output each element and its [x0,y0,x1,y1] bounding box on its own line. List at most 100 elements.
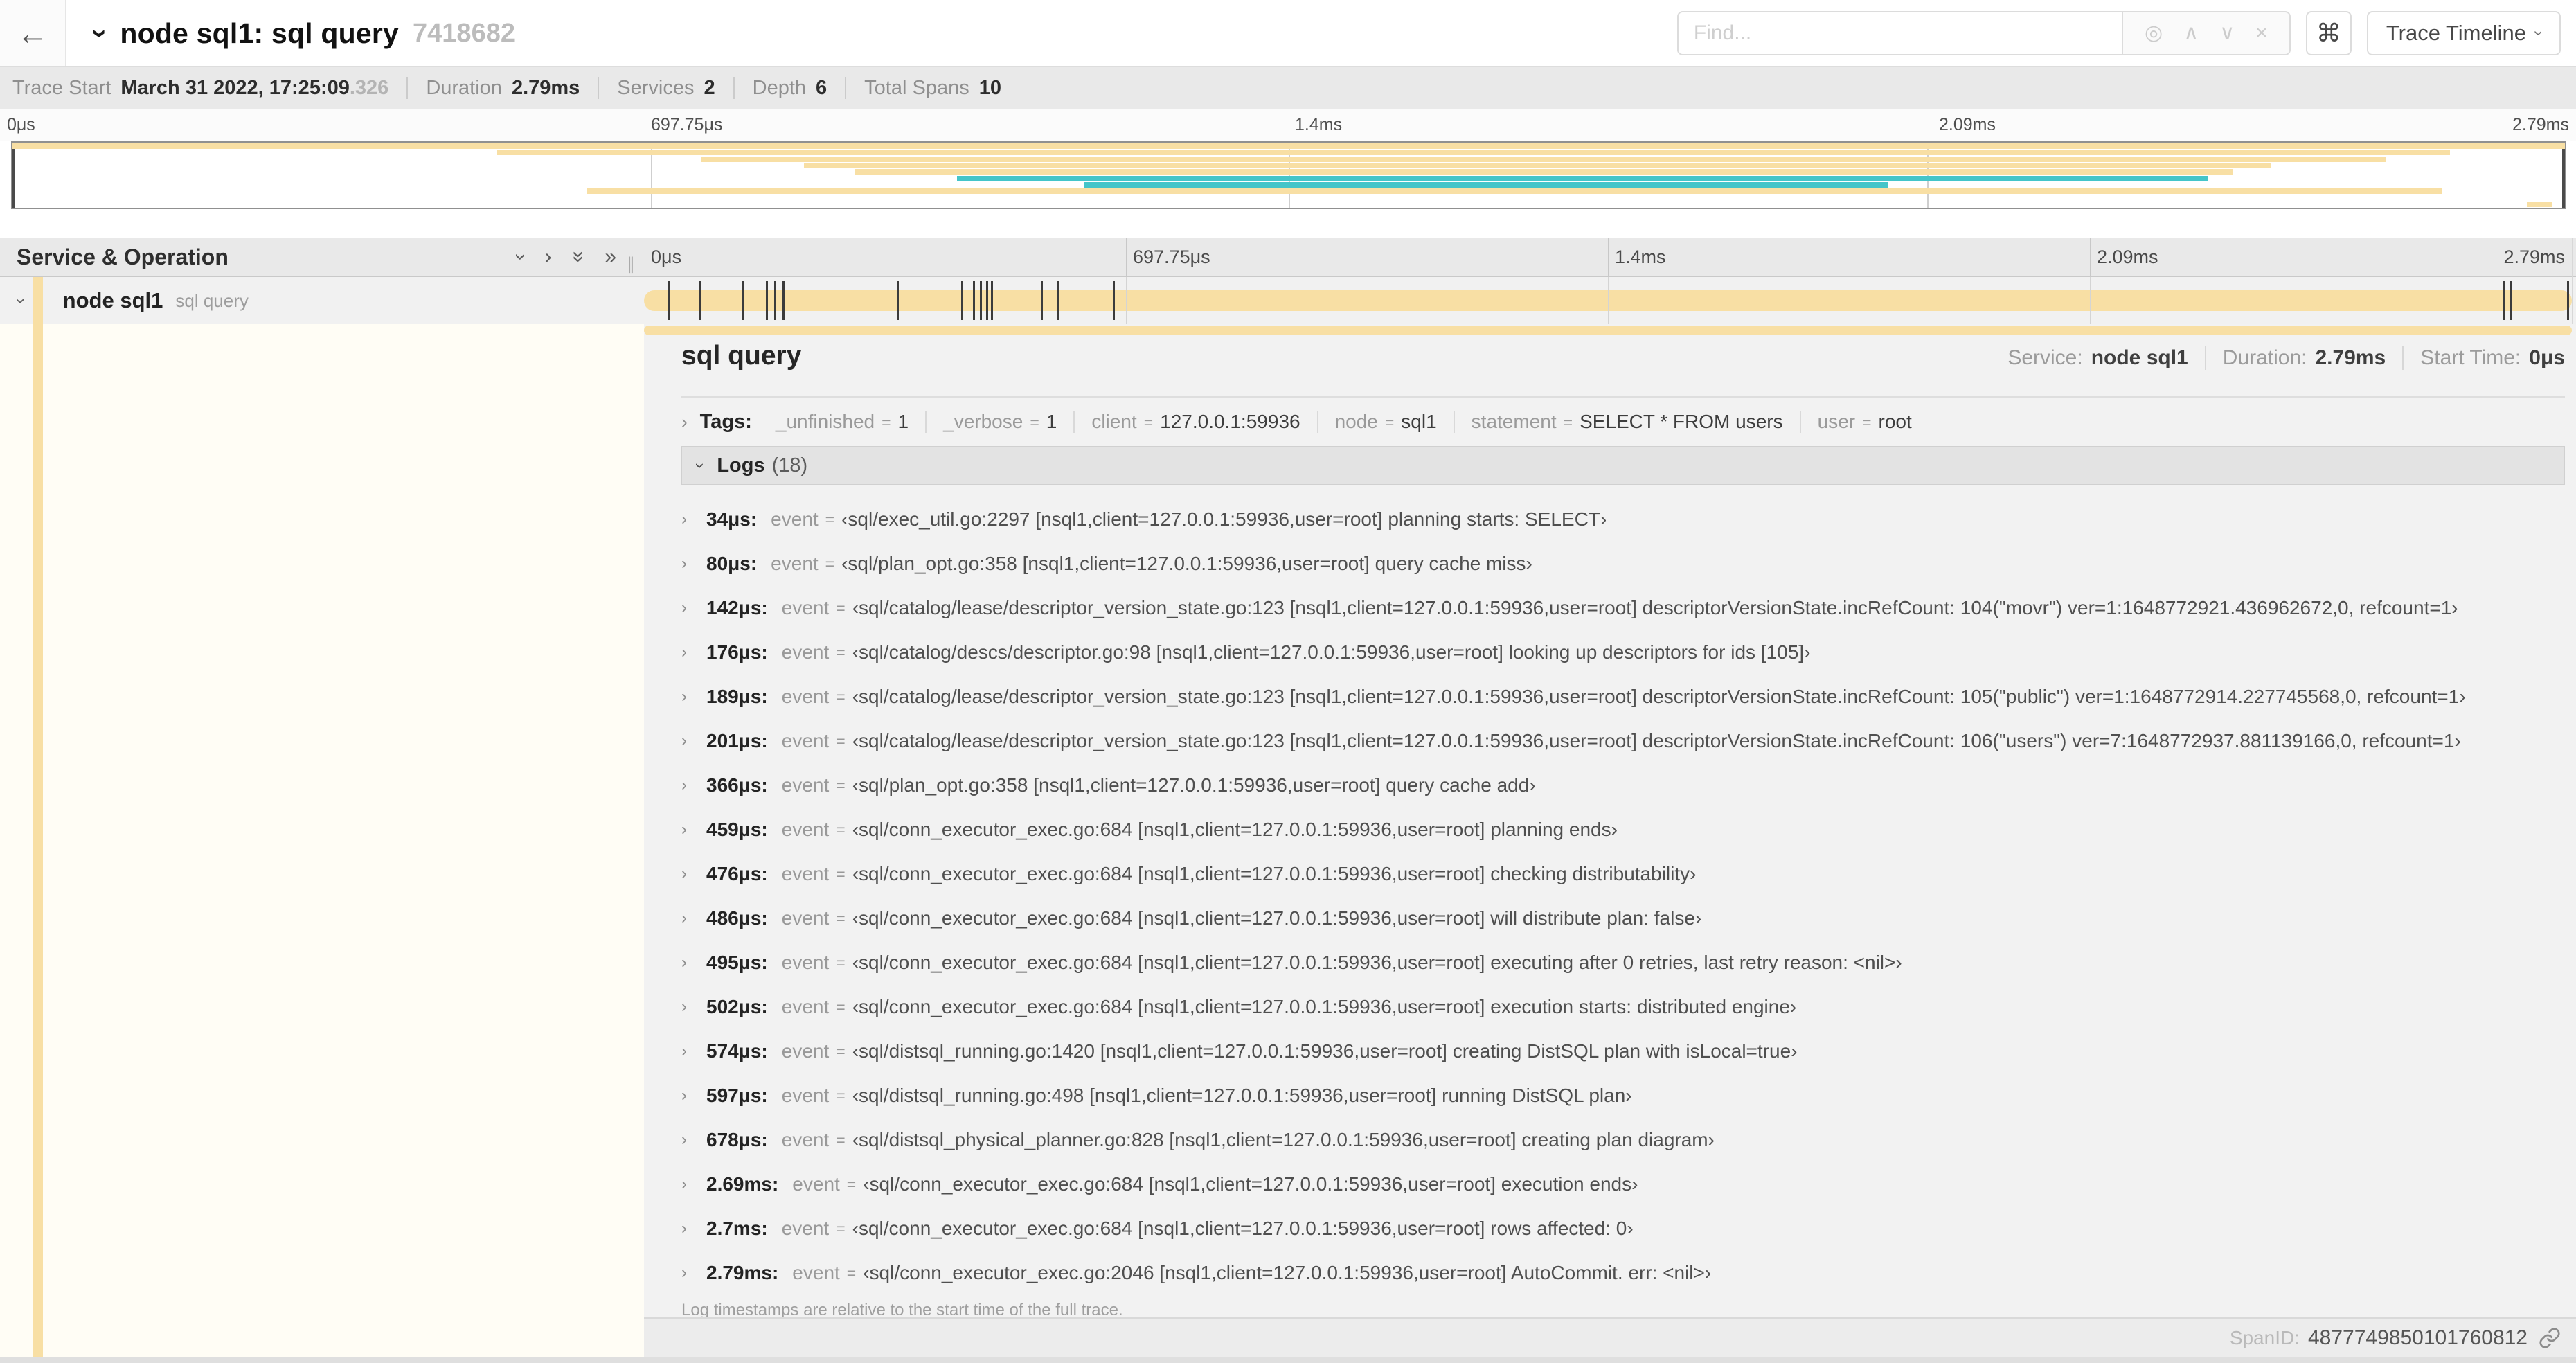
spanid-label: SpanID: [2229,1327,2300,1348]
log-row[interactable]: › 142μs: event = ‹sql/catalog/lease/descript… [681,586,2565,630]
log-row[interactable]: › 459μs: event = ‹sql/conn_executor_exec.go:… [681,808,2565,852]
tag-key: client [1091,411,1137,432]
log-expand-chevron-icon[interactable]: › [681,598,706,618]
ruler-tick-label: 0μs [651,247,682,267]
log-marker [2567,281,2570,320]
collapse-trace-chevron-icon[interactable]: › [84,28,116,37]
log-row[interactable]: › 574μs: event = ‹sql/distsql_running.go:142… [681,1029,2565,1074]
collapse-one-icon[interactable]: › [510,253,533,260]
log-row[interactable]: › 486μs: event = ‹sql/conn_executor_exec.go:… [681,896,2565,941]
log-timestamp: 34μs: [706,508,758,530]
next-result-icon[interactable]: ∨ [2219,23,2235,44]
log-expand-chevron-icon[interactable]: › [681,997,706,1017]
log-field-value: ‹sql/distsql_physical_planner.go:828 [ns… [852,1129,1715,1150]
tag-item[interactable]: _unfinished = 1 [759,411,925,433]
detail-divider [681,396,2565,398]
row-gridline [1126,277,1127,324]
tags-title: Tags: [699,410,752,433]
log-row[interactable]: › 2.7ms: event = ‹sql/conn_executor_exec.go:… [681,1206,2565,1251]
log-row[interactable]: › 80μs: event = ‹sql/plan_opt.go:358 [nsql1,… [681,542,2565,586]
log-expand-chevron-icon[interactable]: › [681,510,706,529]
tag-item[interactable]: node = sql1 [1316,411,1454,433]
log-expand-chevron-icon[interactable]: › [681,554,706,573]
locate-span-icon[interactable]: ◎ [2145,23,2163,44]
log-row[interactable]: › 34μs: event = ‹sql/exec_util.go:2297 [nsql… [681,497,2565,542]
log-field-name: event [792,1173,840,1195]
row-gridline [1608,277,1609,324]
tag-item[interactable]: _verbose = 1 [925,411,1073,433]
expand-one-icon[interactable]: › [545,247,552,267]
log-row[interactable]: › 2.69ms: event = ‹sql/conn_executor_exec.go… [681,1162,2565,1206]
logs-section-header[interactable]: › Logs (18) [681,446,2565,485]
log-timestamp: 476μs: [706,863,768,884]
tag-item[interactable]: client = 127.0.0.1:59936 [1073,411,1316,433]
log-field-value: ‹sql/conn_executor_exec.go:684 [nsql1,cl… [852,907,1702,929]
tags-row[interactable]: › Tags: _unfinished = 1 _verbose = 1 client = 12… [681,403,2565,440]
log-expand-chevron-icon[interactable]: › [681,909,706,928]
minimap-right-scrubber[interactable] [2562,143,2565,208]
clear-find-icon[interactable]: × [2255,23,2268,44]
log-expand-chevron-icon[interactable]: › [681,731,706,751]
log-row[interactable]: › 176μs: event = ‹sql/catalog/descs/descript… [681,630,2565,675]
keyboard-shortcuts-button[interactable]: ⌘ [2305,11,2352,55]
log-expand-chevron-icon[interactable]: › [681,1086,706,1105]
log-row[interactable]: › 476μs: event = ‹sql/conn_executor_exec.go:… [681,852,2565,896]
log-row[interactable]: › 678μs: event = ‹sql/distsql_physical_plann… [681,1118,2565,1162]
equals-sign: = [1143,413,1154,431]
tag-key: _verbose [943,411,1023,432]
tag-key: node [1334,411,1378,432]
span-row[interactable]: › node sql1 sql query [0,277,2576,324]
log-expand-chevron-icon[interactable]: › [681,776,706,795]
link-icon[interactable] [2539,1327,2561,1349]
tag-item[interactable]: user = root [1799,411,1929,433]
equals-sign: = [836,953,846,972]
tag-item[interactable]: statement = SELECT * FROM users [1453,411,1800,433]
log-field-name: event [781,863,830,884]
log-expand-chevron-icon[interactable]: › [681,820,706,839]
log-expand-chevron-icon[interactable]: › [681,1130,706,1150]
log-expand-chevron-icon[interactable]: › [681,1219,706,1238]
log-row[interactable]: › 502μs: event = ‹sql/conn_executor_exec.go:… [681,985,2565,1029]
span-row-timeline[interactable] [644,277,2572,324]
log-field-value: ‹sql/conn_executor_exec.go:684 [nsql1,cl… [863,1173,1638,1195]
log-expand-chevron-icon[interactable]: › [681,1263,706,1283]
span-collapse-chevron-icon[interactable]: › [10,298,32,304]
span-row-name-column[interactable]: › node sql1 sql query [0,277,644,324]
log-expand-chevron-icon[interactable]: › [681,643,706,662]
tags-expand-chevron-icon[interactable]: › [681,411,688,433]
log-field-value: ‹sql/plan_opt.go:358 [nsql1,client=127.0… [841,553,1532,574]
meta-label: Total Spans [864,76,969,99]
log-field-name: event [781,774,830,796]
collapse-all-icon[interactable]: » [567,251,590,263]
log-field-value: ‹sql/catalog/descs/descriptor.go:98 [nsq… [852,641,1811,663]
command-icon: ⌘ [2316,19,2341,47]
log-expand-chevron-icon[interactable]: › [681,687,706,706]
log-marker [2503,281,2505,320]
minimap-left-scrubber[interactable] [12,143,15,208]
log-row[interactable]: › 597μs: event = ‹sql/distsql_running.go:498… [681,1074,2565,1118]
log-expand-chevron-icon[interactable]: › [681,864,706,884]
logs-collapse-chevron-icon[interactable]: › [690,463,710,468]
log-field-value: ‹sql/catalog/lease/descriptor_version_st… [852,597,2458,618]
log-row[interactable]: › 201μs: event = ‹sql/catalog/lease/descript… [681,719,2565,763]
log-expand-chevron-icon[interactable]: › [681,1175,706,1194]
log-expand-chevron-icon[interactable]: › [681,953,706,972]
back-button[interactable]: ← [0,0,66,66]
log-row[interactable]: › 366μs: event = ‹sql/plan_opt.go:358 [nsql1… [681,763,2565,808]
tag-value: 1 [1046,411,1057,432]
equals-sign: = [1030,413,1039,431]
meta-value: 6 [816,76,828,99]
view-selector-label: Trace Timeline [2386,21,2526,45]
find-input[interactable] [1676,11,2122,55]
column-resize-grip[interactable]: ∥ [627,254,636,274]
log-expand-chevron-icon[interactable]: › [681,1042,706,1061]
spanid-value: 4877749850101760812 [2307,1326,2528,1349]
equals-sign: = [836,1042,846,1060]
log-row[interactable]: › 495μs: event = ‹sql/conn_executor_exec.go:… [681,941,2565,985]
view-selector-button[interactable]: Trace Timeline › [2366,11,2561,55]
log-row[interactable]: › 189μs: event = ‹sql/catalog/lease/descript… [681,675,2565,719]
minimap-canvas[interactable] [11,141,2566,209]
expand-all-icon[interactable]: » [605,247,616,267]
prev-result-icon[interactable]: ∧ [2183,23,2199,44]
log-row[interactable]: › 2.79ms: event = ‹sql/conn_executor_exec.go… [681,1251,2565,1295]
